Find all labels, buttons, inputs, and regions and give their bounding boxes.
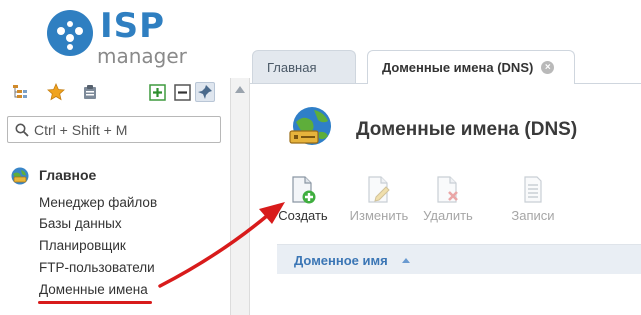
main-content: Доменные имена (DNS) Создать Изменить Уд… — [250, 84, 641, 315]
sidebar-item-domain-names[interactable]: Доменные имена — [39, 282, 148, 297]
expand-all-icon[interactable] — [147, 82, 167, 102]
search-input[interactable] — [34, 121, 214, 139]
logo-mark-icon — [47, 10, 93, 56]
create-label: Создать — [278, 208, 328, 223]
tab-strip: Главная Доменные имена (DNS) × — [250, 48, 641, 84]
scroll-up-arrow-icon[interactable] — [231, 82, 249, 96]
records-button[interactable]: Записи — [496, 175, 570, 225]
edit-icon — [342, 175, 416, 205]
sidebar-item-databases[interactable]: Базы данных — [39, 216, 122, 231]
records-icon — [496, 175, 570, 205]
close-icon[interactable]: × — [541, 61, 555, 74]
logo-text-primary: ISP — [100, 6, 166, 46]
search-box — [7, 116, 221, 143]
clipboard-icon[interactable] — [80, 82, 100, 102]
left-toolbar — [8, 80, 230, 104]
page-globe-icon — [286, 104, 336, 154]
logo: ISP manager — [47, 6, 187, 68]
delete-label: Удалить — [423, 208, 473, 223]
delete-button[interactable]: Удалить — [411, 175, 485, 225]
tab-domain-names-dns[interactable]: Доменные имена (DNS) × — [367, 50, 575, 84]
sidebar-group-main[interactable]: Главное — [10, 166, 225, 186]
page-title: Доменные имена (DNS) — [356, 119, 578, 140]
sidebar-item-scheduler[interactable]: Планировщик — [39, 238, 126, 253]
tab-home[interactable]: Главная — [252, 50, 356, 83]
sort-ascending-icon[interactable] — [402, 258, 410, 263]
records-label: Записи — [511, 208, 555, 223]
star-icon[interactable] — [46, 82, 66, 102]
sidebar-scrollbar[interactable] — [230, 78, 250, 315]
create-icon — [266, 175, 340, 205]
annotation-underline — [38, 301, 152, 304]
tab-domain-names-dns-label: Доменные имена (DNS) — [382, 60, 534, 75]
table-header: Доменное имя — [277, 244, 641, 274]
pin-icon[interactable] — [195, 82, 215, 102]
search-icon — [15, 123, 29, 142]
logo-text-secondary: manager — [97, 44, 187, 68]
sidebar-item-file-manager[interactable]: Менеджер файлов — [39, 195, 157, 210]
edit-label: Изменить — [349, 208, 409, 223]
create-button[interactable]: Создать — [266, 175, 340, 225]
globe-icon — [10, 166, 30, 191]
tree-view-icon[interactable] — [10, 82, 30, 102]
sidebar-item-ftp-users[interactable]: FTP-пользователи — [39, 260, 155, 275]
edit-button[interactable]: Изменить — [342, 175, 416, 225]
collapse-all-icon[interactable] — [172, 82, 192, 102]
tab-home-label: Главная — [267, 59, 317, 75]
sidebar-group-label: Главное — [39, 167, 97, 183]
column-header-domain-name[interactable]: Доменное имя — [294, 253, 388, 268]
delete-icon — [411, 175, 485, 205]
